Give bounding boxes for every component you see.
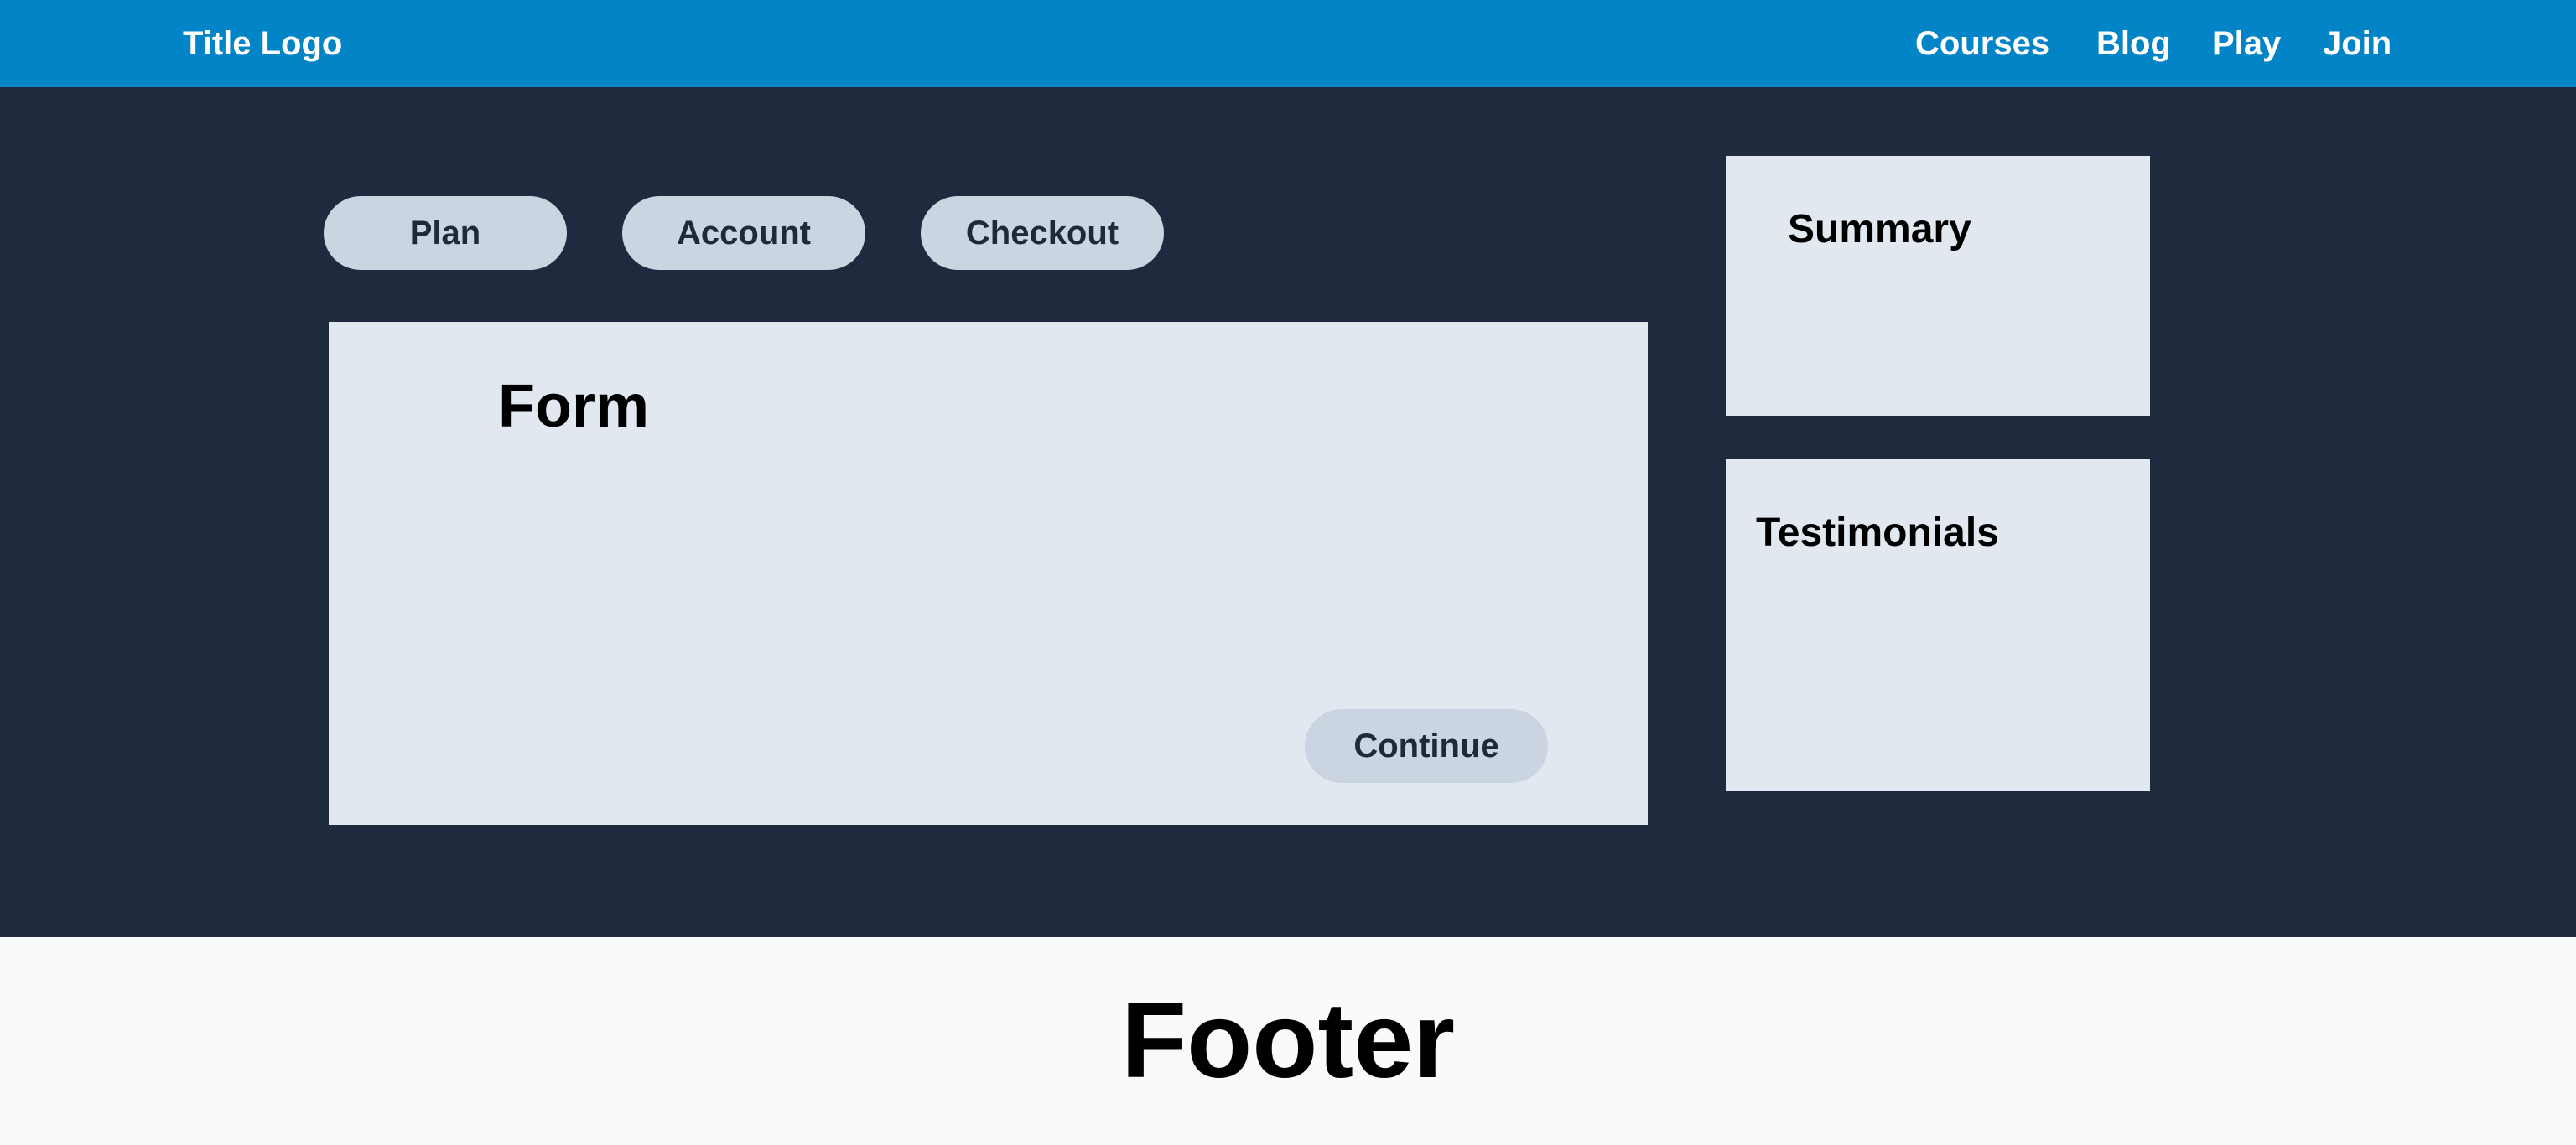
step-plan-button[interactable]: Plan — [324, 196, 567, 270]
nav-link-play[interactable]: Play — [2212, 0, 2281, 87]
footer-title: Footer — [1120, 981, 1456, 1101]
top-nav-bar: Title Logo Courses Blog Play Join — [0, 0, 2576, 87]
form-title: Form — [498, 373, 649, 440]
form-panel: Form Continue — [329, 322, 1648, 825]
summary-panel: Summary — [1726, 156, 2150, 416]
title-logo[interactable]: Title Logo — [183, 0, 342, 87]
nav-link-join[interactable]: Join — [2323, 0, 2392, 87]
main-content: Plan Account Checkout Form Continue Summ… — [0, 87, 2576, 937]
summary-title: Summary — [1788, 207, 1971, 251]
nav-link-courses[interactable]: Courses — [1915, 0, 2049, 87]
step-account-button[interactable]: Account — [622, 196, 865, 270]
testimonials-title: Testimonials — [1756, 510, 1999, 555]
step-checkout-button[interactable]: Checkout — [921, 196, 1164, 270]
continue-button[interactable]: Continue — [1305, 709, 1548, 783]
nav-link-blog[interactable]: Blog — [2096, 0, 2171, 87]
footer: Footer — [0, 937, 2576, 1145]
testimonials-panel: Testimonials — [1726, 459, 2150, 791]
